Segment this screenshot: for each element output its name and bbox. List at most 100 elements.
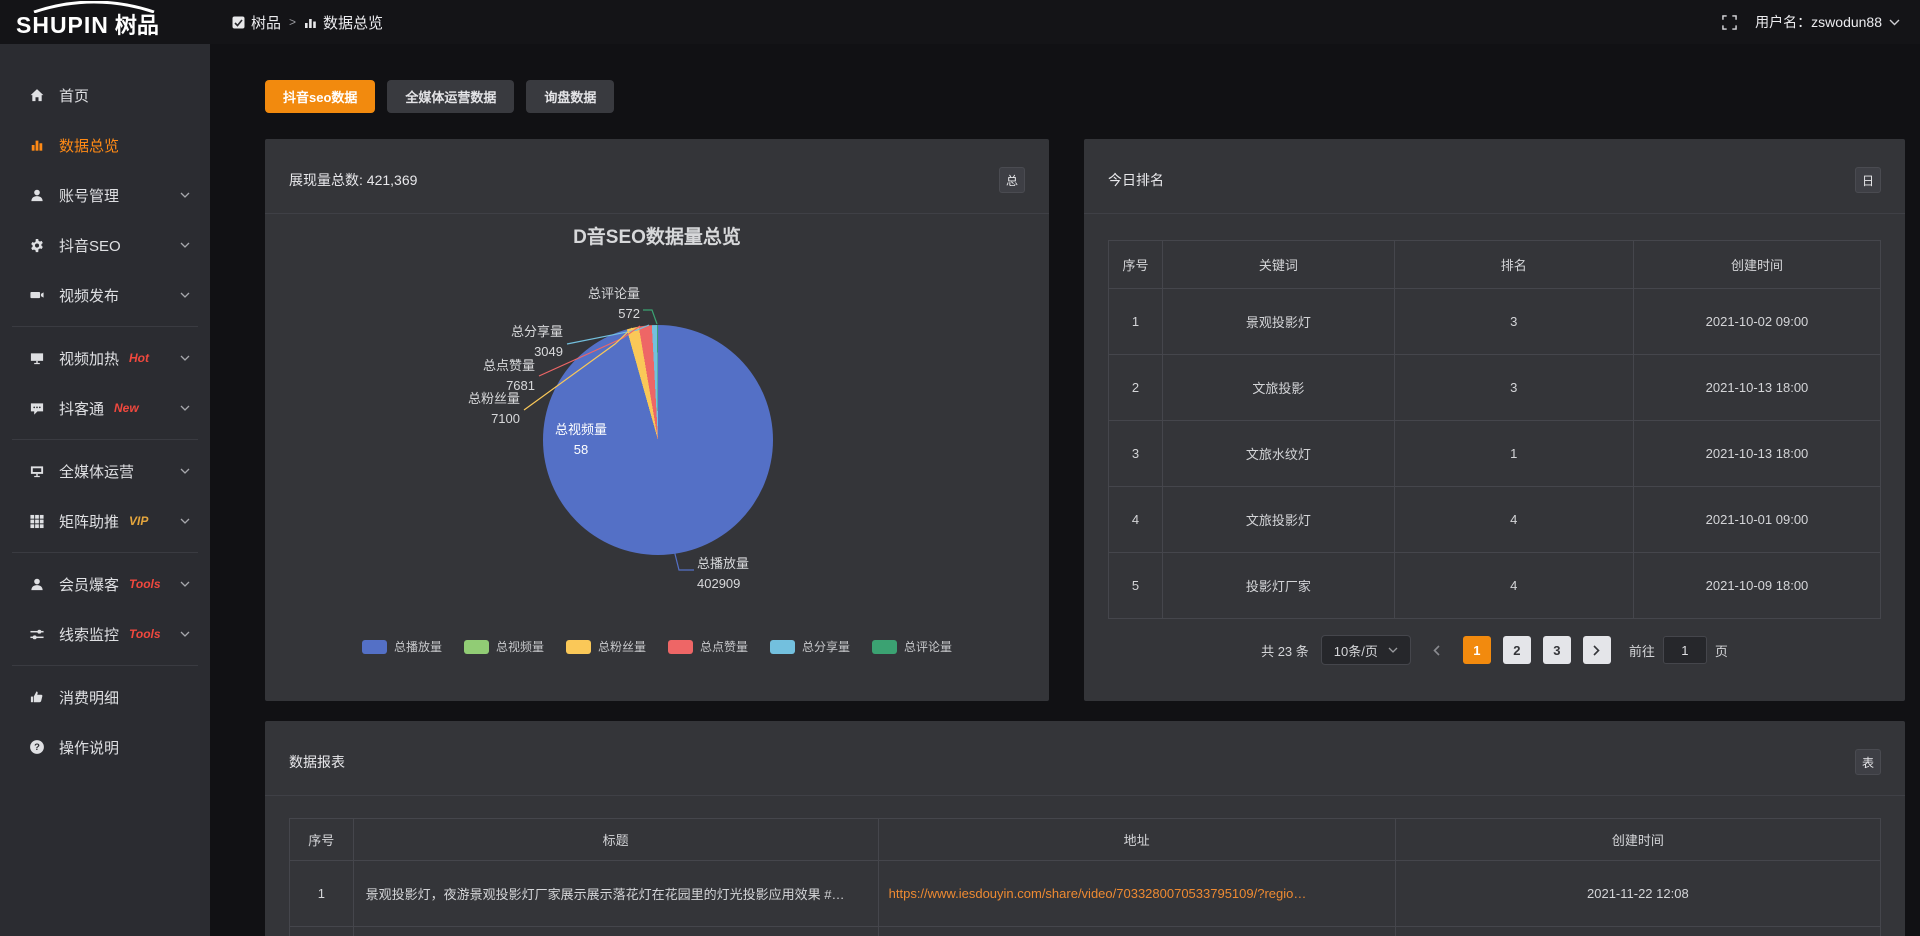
sidebar-menu: 首页数据总览账号管理抖音SEO 视频发布视频加热Hot抖客通New 全媒体运营矩阵助… xyxy=(0,70,210,772)
table-cell: 2021-10-13 18:00 xyxy=(1633,421,1880,487)
sidebar-item-operation-guide[interactable]: ?操作说明 xyxy=(0,722,210,772)
goto-page-input[interactable] xyxy=(1663,636,1707,664)
user-menu[interactable]: 用户名：zswodun88 xyxy=(1755,12,1900,32)
table-cell: 2021-10-02 09:00 xyxy=(1633,289,1880,355)
chevron-down-icon xyxy=(180,192,190,198)
sidebar-item-video-publish[interactable]: 视频发布 xyxy=(0,270,210,320)
report-panel-title: 数据报表 xyxy=(289,752,345,772)
sidebar-item-label: 消费明细 xyxy=(59,687,119,708)
column-header: 创建时间 xyxy=(1633,241,1880,289)
sidebar-item-media-operation[interactable]: 全媒体运营 xyxy=(0,446,210,496)
sidebar-item-clue-monitor[interactable]: 线索监控Tools xyxy=(0,609,210,659)
legend-item[interactable]: 总播放量 xyxy=(362,638,442,655)
table-row: 5投影灯厂家42021-10-09 18:00 xyxy=(1109,553,1881,619)
table-cell xyxy=(290,927,354,936)
table-cell: 文旅投影灯 xyxy=(1163,487,1395,553)
legend-label: 总粉丝量 xyxy=(598,638,646,655)
tab-inquiry-data[interactable]: 询盘数据 xyxy=(526,80,614,113)
sidebar-item-matrix-boost[interactable]: 矩阵助推VIP xyxy=(0,496,210,546)
column-header: 序号 xyxy=(290,819,354,861)
total-count-label: 共 23 条 xyxy=(1261,641,1309,660)
video-link[interactable]: https://www.iesdouyin.com/share/video/70… xyxy=(889,886,1307,901)
app-window: SHUPIN 树品 树品 > 数据总览 用户名：zswodun88 xyxy=(0,0,1920,936)
goto-suffix-label: 页 xyxy=(1715,641,1728,660)
tab-media-operation-data[interactable]: 全媒体运营数据 xyxy=(387,80,514,113)
sidebar-divider xyxy=(12,665,198,666)
page-2-button[interactable]: 2 xyxy=(1503,636,1531,664)
sidebar-item-home[interactable]: 首页 xyxy=(0,70,210,120)
legend-item[interactable]: 总点赞量 xyxy=(668,638,748,655)
help-icon: ? xyxy=(28,739,46,755)
prev-page-button[interactable] xyxy=(1423,636,1451,664)
table-cell: 2021-10-09 18:00 xyxy=(1633,553,1880,619)
total-badge-button[interactable]: 总 xyxy=(999,167,1025,193)
legend-item[interactable]: 总粉丝量 xyxy=(566,638,646,655)
day-badge-button[interactable]: 日 xyxy=(1855,167,1881,193)
chevron-right-icon xyxy=(1593,645,1600,656)
table-cell: 1 xyxy=(1394,421,1633,487)
sidebar-item-label: 账号管理 xyxy=(59,185,119,206)
app-logo[interactable]: SHUPIN 树品 xyxy=(0,0,210,44)
legend-item[interactable]: 总评论量 xyxy=(872,638,952,655)
chevron-down-icon xyxy=(180,468,190,474)
table-cell: 2021-11-22 12:08 xyxy=(1395,861,1880,927)
table-cell: 1 xyxy=(290,861,354,927)
goto-label: 前往 xyxy=(1629,641,1655,660)
sidebar-item-consumption-detail[interactable]: 消费明细 xyxy=(0,672,210,722)
column-header: 标题 xyxy=(353,819,878,861)
sidebar-divider xyxy=(12,326,198,327)
chevron-down-icon xyxy=(180,242,190,248)
legend-swatch xyxy=(668,640,693,654)
legend-label: 总播放量 xyxy=(394,638,442,655)
chevron-down-icon xyxy=(180,292,190,298)
legend-swatch xyxy=(362,640,387,654)
column-header: 创建时间 xyxy=(1395,819,1880,861)
comment-icon xyxy=(28,400,46,416)
legend-item[interactable]: 总分享量 xyxy=(770,638,850,655)
bar-chart-icon xyxy=(304,16,317,29)
legend-swatch xyxy=(464,640,489,654)
sidebar-item-member-baoke[interactable]: 会员爆客Tools xyxy=(0,559,210,609)
next-page-button[interactable] xyxy=(1583,636,1611,664)
sidebar-item-douketong[interactable]: 抖客通New xyxy=(0,383,210,433)
badge-tools: Tools xyxy=(129,627,161,641)
app-square-icon xyxy=(232,16,245,29)
pie-label-fans: 总粉丝量7100 xyxy=(430,389,520,429)
ranking-table: 序号关键词排名创建时间 1景观投影灯32021-10-02 09:002文旅投影… xyxy=(1108,240,1881,619)
sidebar-item-data-overview[interactable]: 数据总览 xyxy=(0,120,210,170)
sidebar-item-label: 视频加热 xyxy=(59,348,119,369)
table-badge-button[interactable]: 表 xyxy=(1855,749,1881,775)
table-cell: 3 xyxy=(1394,289,1633,355)
gear-icon xyxy=(28,237,46,253)
sidebar-item-video-heat[interactable]: 视频加热Hot xyxy=(0,333,210,383)
tab-douyin-seo-data[interactable]: 抖音seo数据 xyxy=(265,80,375,113)
sidebar-item-account-manage[interactable]: 账号管理 xyxy=(0,170,210,220)
data-report-panel: 数据报表 表 序号标题地址创建时间 1景观投影灯，夜游景观投影灯厂家展示展示落花… xyxy=(265,721,1905,936)
pie-chart: D音SEO数据量总览 总评论量572 总分享量3049 总点赞量7681 总 xyxy=(265,214,1049,701)
user-icon xyxy=(28,187,46,203)
page-size-select[interactable]: 10条/页 xyxy=(1321,635,1411,665)
sidebar-item-label: 数据总览 xyxy=(59,135,119,156)
breadcrumb-root[interactable]: 树品 xyxy=(232,12,281,33)
page-3-button[interactable]: 3 xyxy=(1543,636,1571,664)
sidebar-item-label: 抖音SEO xyxy=(59,235,121,256)
legend-item[interactable]: 总视频量 xyxy=(464,638,544,655)
page-1-button[interactable]: 1 xyxy=(1463,636,1491,664)
member-icon xyxy=(28,576,46,592)
logo-text-en: SHUPIN xyxy=(16,12,109,39)
legend-swatch xyxy=(872,640,897,654)
column-header: 地址 xyxy=(878,819,1395,861)
column-header: 序号 xyxy=(1109,241,1163,289)
table-cell: 3 xyxy=(1109,421,1163,487)
table-row: 4文旅投影灯42021-10-01 09:00 xyxy=(1109,487,1881,553)
pagination: 共 23 条 10条/页 1 2 3 xyxy=(1108,635,1881,665)
wallet-icon xyxy=(28,689,46,705)
sidebar-divider xyxy=(12,552,198,553)
breadcrumb-current[interactable]: 数据总览 xyxy=(304,12,383,33)
table-cell: 投影灯厂家 xyxy=(1163,553,1395,619)
table-cell: 4 xyxy=(1394,487,1633,553)
sidebar-item-douyin-seo[interactable]: 抖音SEO xyxy=(0,220,210,270)
table-header-row: 序号关键词排名创建时间 xyxy=(1109,241,1881,289)
fullscreen-icon[interactable] xyxy=(1722,15,1737,30)
badge-vip: VIP xyxy=(129,514,148,528)
